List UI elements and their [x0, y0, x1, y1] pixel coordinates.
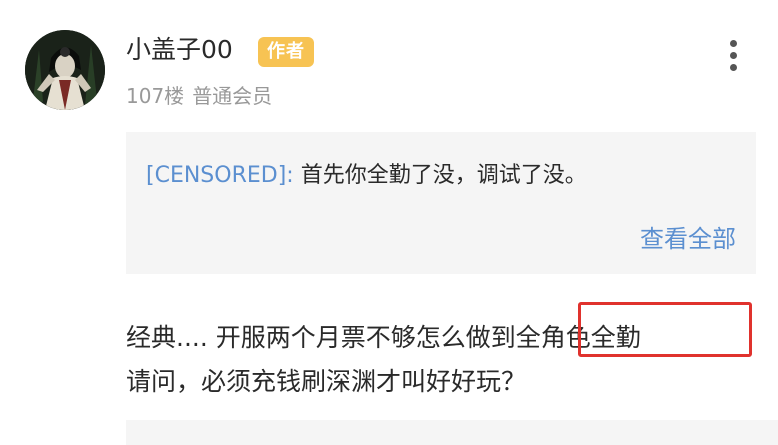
view-all-link[interactable]: 查看全部 — [640, 222, 736, 256]
avatar-illustration — [25, 30, 105, 110]
body-text-part: 经典.... 开服两个月票不够怎么做到 — [126, 323, 516, 352]
floor-number: 107楼 — [126, 84, 185, 108]
highlight-annotation-box — [578, 302, 752, 357]
avatar[interactable] — [25, 30, 105, 110]
next-quote-box — [126, 420, 778, 445]
username[interactable]: 小盖子00 — [126, 33, 233, 67]
quote-line: [CENSORED]: 首先你全勤了没，调试了没。 — [146, 160, 587, 192]
quoted-reply: [CENSORED]: 首先你全勤了没，调试了没。 查看全部 — [126, 132, 756, 274]
quote-text: 首先你全勤了没，调试了没。 — [293, 163, 587, 188]
quote-username[interactable]: [CENSORED]: — [146, 163, 294, 188]
post-meta: 107楼 普通会员 — [126, 82, 272, 110]
author-badge: 作者 — [258, 37, 314, 67]
more-options-button[interactable] — [720, 36, 748, 76]
post-body-line-2: 请问，必须充钱刷深渊才叫好好玩？ — [126, 367, 527, 396]
member-level: 普通会员 — [192, 84, 273, 108]
